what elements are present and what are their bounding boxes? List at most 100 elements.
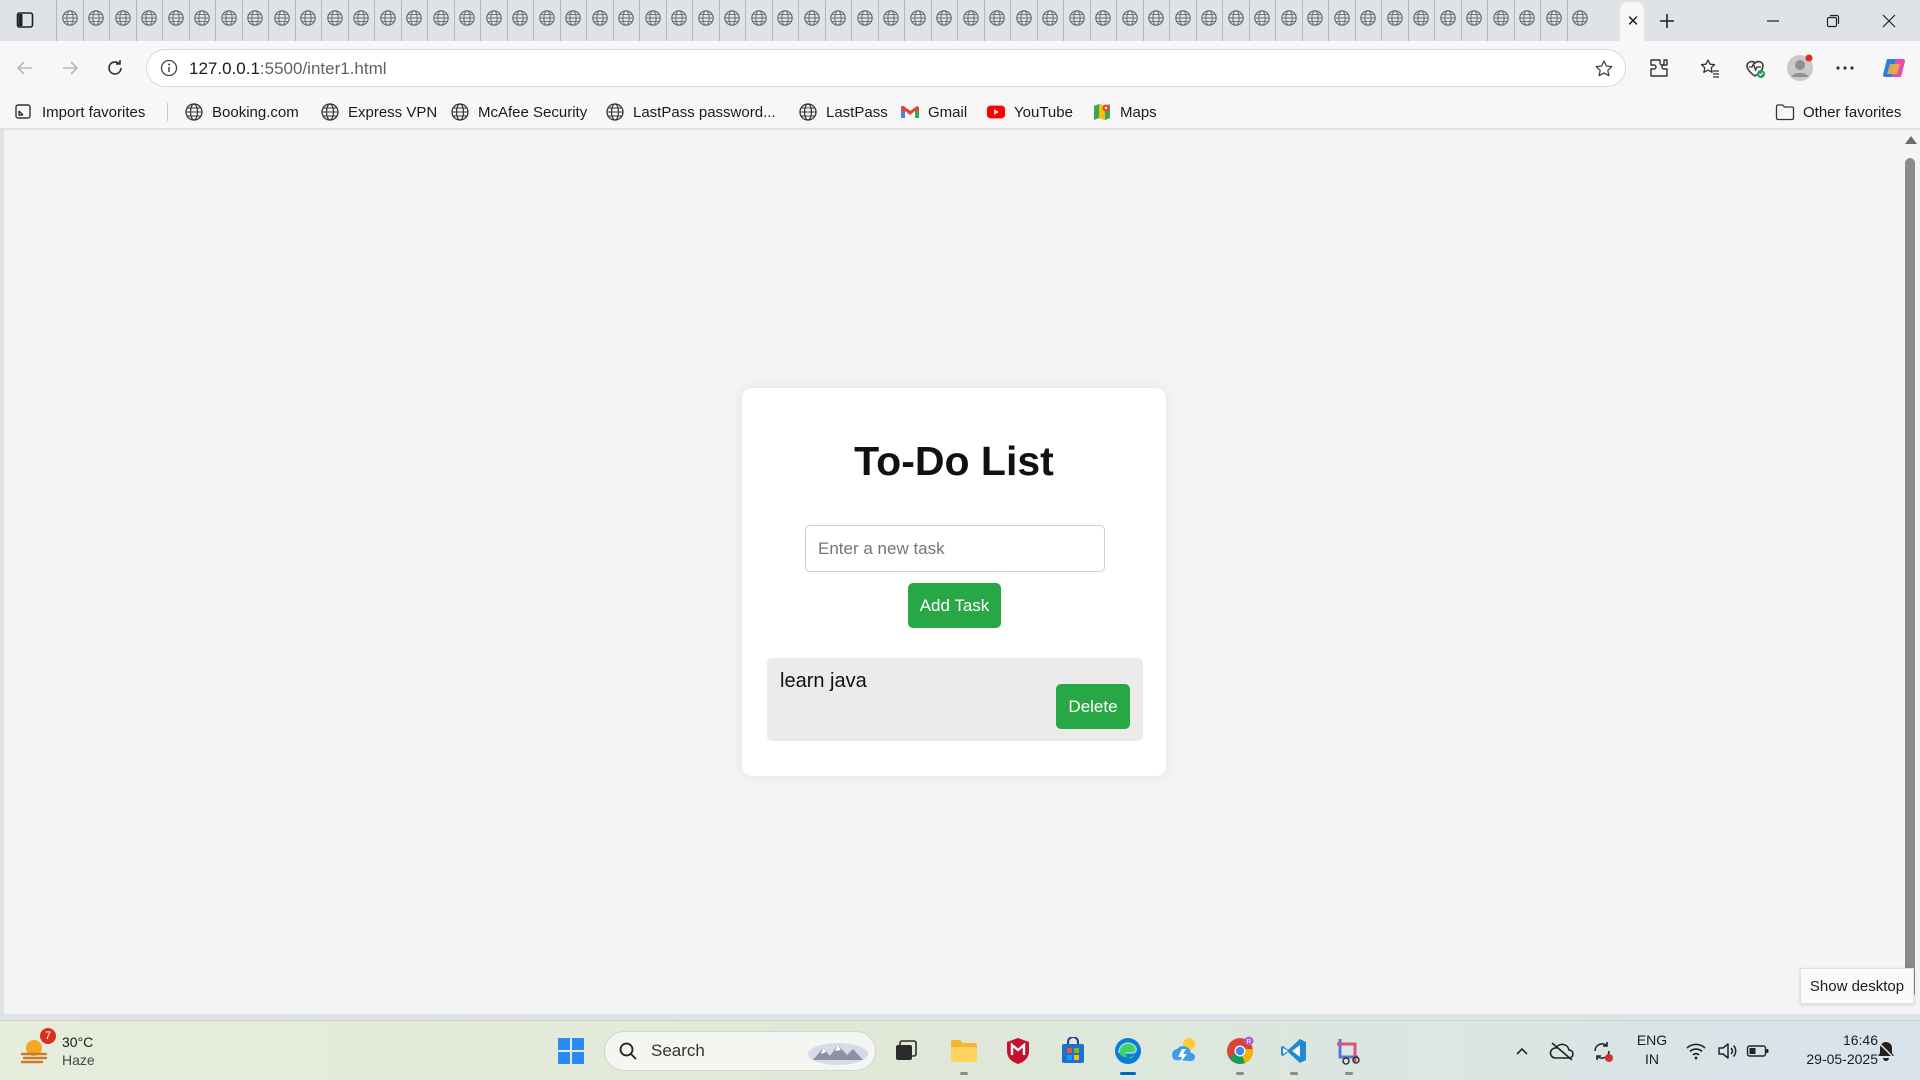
background-tab[interactable]	[1142, 0, 1170, 41]
background-tab[interactable]	[1248, 0, 1276, 41]
background-tab[interactable]	[241, 0, 269, 41]
background-tab[interactable]	[1460, 0, 1488, 41]
background-tab[interactable]	[1195, 0, 1223, 41]
background-tab[interactable]	[1063, 0, 1090, 41]
background-tab[interactable]	[851, 0, 878, 41]
profile-avatar-icon[interactable]	[1786, 54, 1814, 82]
bookmark-lastpass[interactable]: LastPass	[798, 100, 888, 124]
browser-essentials-icon[interactable]	[1741, 54, 1769, 82]
close-window-icon[interactable]	[1860, 0, 1918, 41]
favorites-icon[interactable]	[1696, 54, 1724, 82]
background-tab[interactable]	[612, 0, 640, 41]
background-tab[interactable]	[1116, 0, 1143, 41]
background-tab[interactable]	[904, 0, 931, 41]
background-tab[interactable]	[453, 0, 481, 41]
background-tab[interactable]	[877, 0, 905, 41]
tab-actions-icon[interactable]	[14, 9, 36, 31]
background-tab[interactable]	[1275, 0, 1302, 41]
background-tab[interactable]	[745, 0, 772, 41]
import-favorites-button[interactable]: Import favorites	[14, 100, 145, 124]
background-tab[interactable]	[400, 0, 428, 41]
close-tab-icon[interactable]: ✕	[1622, 10, 1644, 32]
background-tab[interactable]	[162, 0, 189, 41]
background-tab[interactable]	[559, 0, 587, 41]
scroll-thumb[interactable]	[1905, 158, 1915, 998]
microsoft-store-icon[interactable]	[1055, 1033, 1091, 1069]
background-tab[interactable]	[798, 0, 825, 41]
background-tab[interactable]	[321, 0, 348, 41]
background-tab[interactable]	[268, 0, 295, 41]
background-tab[interactable]	[374, 0, 401, 41]
weather-app-icon[interactable]	[1166, 1033, 1202, 1069]
favorite-star-icon[interactable]	[1593, 58, 1615, 80]
language-indicator[interactable]: ENG IN	[1634, 1031, 1670, 1069]
scroll-up-arrow-icon[interactable]	[1905, 136, 1917, 144]
background-tab[interactable]	[1328, 0, 1355, 41]
background-tab[interactable]	[1010, 0, 1037, 41]
battery-icon[interactable]	[1744, 1037, 1772, 1065]
bookmark-booking[interactable]: Booking.com	[184, 100, 299, 124]
background-tab[interactable]	[82, 0, 110, 41]
bookmark-maps[interactable]: Maps	[1092, 100, 1157, 124]
background-tab[interactable]	[1089, 0, 1117, 41]
page-scrollbar[interactable]	[1900, 130, 1920, 1014]
edge-browser-icon[interactable]	[1110, 1033, 1146, 1075]
background-tab[interactable]	[930, 0, 958, 41]
background-tab[interactable]	[506, 0, 534, 41]
background-tab[interactable]	[533, 0, 560, 41]
background-tab[interactable]	[586, 0, 613, 41]
volume-icon[interactable]	[1713, 1037, 1741, 1065]
background-tab[interactable]	[957, 0, 984, 41]
background-tab[interactable]	[718, 0, 746, 41]
new-tab-icon[interactable]	[1654, 8, 1680, 34]
show-hidden-icons-chevron-icon[interactable]	[1508, 1037, 1536, 1065]
snipping-tool-icon[interactable]	[1331, 1033, 1367, 1075]
forward-icon[interactable]	[55, 53, 85, 83]
start-button[interactable]	[553, 1033, 589, 1069]
address-bar[interactable]: 127.0.0.1:5500/inter1.html	[146, 49, 1626, 87]
background-tab[interactable]	[1381, 0, 1408, 41]
chrome-icon[interactable]: R	[1222, 1033, 1258, 1075]
delete-task-button[interactable]: Delete	[1056, 684, 1130, 729]
background-tab[interactable]	[1036, 0, 1064, 41]
vscode-icon[interactable]	[1276, 1033, 1312, 1075]
background-tab[interactable]	[135, 0, 163, 41]
background-tab[interactable]	[1434, 0, 1461, 41]
bookmark-lastpass-password[interactable]: LastPass password...	[605, 100, 776, 124]
bookmark-gmail[interactable]: Gmail	[900, 100, 967, 124]
background-tab[interactable]	[1566, 0, 1594, 41]
new-task-input[interactable]	[805, 525, 1105, 572]
file-explorer-icon[interactable]	[946, 1033, 982, 1075]
background-tab[interactable]	[1513, 0, 1541, 41]
background-tab[interactable]	[1487, 0, 1514, 41]
extensions-icon[interactable]	[1645, 54, 1673, 82]
background-tab[interactable]	[824, 0, 852, 41]
background-tab[interactable]	[983, 0, 1011, 41]
back-icon[interactable]	[10, 53, 40, 83]
minimize-icon[interactable]	[1744, 0, 1802, 41]
background-tab[interactable]	[109, 0, 136, 41]
background-tab[interactable]	[480, 0, 507, 41]
bookmark-mcafee-security[interactable]: McAfee Security	[450, 100, 587, 124]
restore-icon[interactable]	[1804, 0, 1862, 41]
sync-icon[interactable]	[1588, 1037, 1616, 1065]
other-favorites-button[interactable]: Other favorites	[1775, 100, 1901, 124]
copilot-icon[interactable]	[1880, 54, 1908, 82]
background-tab[interactable]	[1540, 0, 1567, 41]
background-tab[interactable]	[665, 0, 693, 41]
site-info-icon[interactable]	[159, 58, 179, 78]
taskbar-search[interactable]: Search	[604, 1031, 876, 1071]
background-tab[interactable]	[639, 0, 666, 41]
background-tab[interactable]	[692, 0, 719, 41]
system-clock[interactable]: 16:46 29-05-2025	[1782, 1031, 1878, 1069]
background-tab[interactable]	[1354, 0, 1382, 41]
bookmark-youtube[interactable]: YouTube	[986, 100, 1073, 124]
url-text[interactable]: 127.0.0.1:5500/inter1.html	[189, 59, 387, 79]
wifi-icon[interactable]	[1682, 1037, 1710, 1065]
settings-more-icon[interactable]	[1831, 54, 1859, 82]
background-tab[interactable]	[188, 0, 216, 41]
background-tab[interactable]	[427, 0, 454, 41]
background-tab[interactable]	[1301, 0, 1329, 41]
background-tab[interactable]	[1407, 0, 1435, 41]
onedrive-offline-icon[interactable]	[1548, 1037, 1576, 1065]
